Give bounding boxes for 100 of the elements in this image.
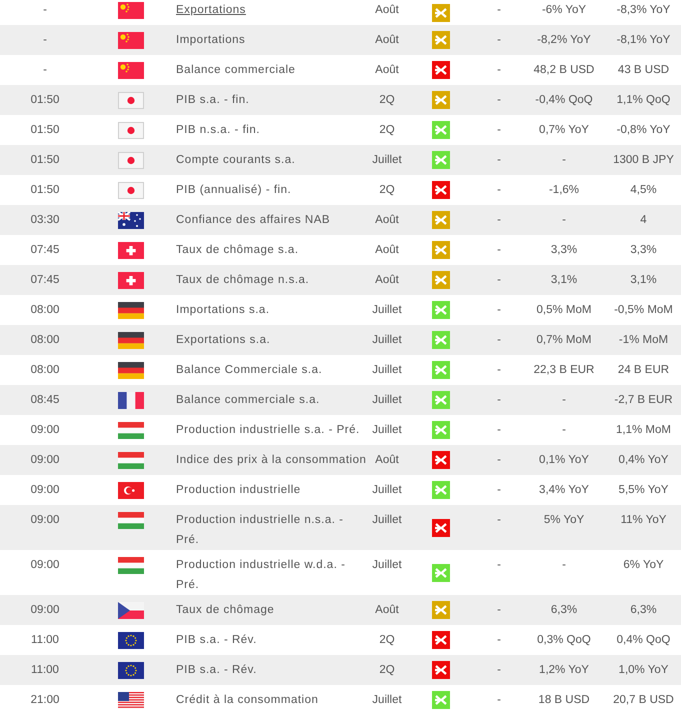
- dash-text: -: [496, 513, 502, 528]
- time-text: 11:00: [30, 633, 60, 648]
- period-text: 2Q: [378, 93, 396, 108]
- dash-text: -: [496, 183, 502, 198]
- event-link[interactable]: Production industrielle n.s.a. - Pré.: [172, 505, 368, 550]
- value-text: 0,7% YoY: [538, 123, 590, 138]
- event-link[interactable]: Production industrielle s.a. - Pré.: [172, 415, 368, 440]
- value-text: -2,7 B EUR: [613, 393, 674, 408]
- period-text: Juillet: [371, 393, 403, 408]
- event-link[interactable]: Indice des prix à la consommation: [172, 445, 368, 470]
- period-text: Août: [374, 33, 400, 48]
- time-text: 01:50: [30, 153, 60, 168]
- event-link[interactable]: PIB n.s.a. - fin.: [172, 115, 368, 140]
- period-text: Juillet: [371, 513, 403, 528]
- period-text: Juillet: [371, 693, 403, 708]
- time-text: 09:00: [30, 483, 60, 498]
- value-text: -: [561, 153, 567, 168]
- time-text: 09:00: [30, 603, 60, 618]
- value-text: -0,5% MoM: [613, 303, 674, 318]
- event-link[interactable]: Taux de chômage n.s.a.: [172, 265, 368, 290]
- value-text: 5% YoY: [542, 513, 586, 528]
- dash-text: -: [496, 363, 502, 378]
- value-text: 3,3%: [550, 243, 578, 258]
- value-text: 0,5% MoM: [536, 303, 592, 318]
- value-text: 48,2 B USD: [532, 63, 596, 78]
- time-text: 08:00: [30, 363, 60, 378]
- value-text: 0,4% YoY: [618, 453, 670, 468]
- value-text: -: [561, 393, 567, 408]
- period-text: 2Q: [378, 183, 396, 198]
- time-text: 01:50: [30, 93, 60, 108]
- value-text: -: [561, 213, 567, 228]
- event-link[interactable]: Taux de chômage: [172, 595, 368, 620]
- event-link[interactable]: Balance commerciale: [172, 55, 368, 80]
- dash-text: -: [496, 3, 502, 18]
- event-link[interactable]: Production industrielle: [172, 475, 368, 500]
- value-text: 0,7% MoM: [536, 333, 592, 348]
- event-link[interactable]: Crédit à la consommation: [172, 685, 368, 710]
- event-link[interactable]: Production industrielle w.d.a. - Pré.: [172, 550, 368, 595]
- value-text: 1,2% YoY: [538, 663, 590, 678]
- period-text: Juillet: [371, 333, 403, 348]
- time-text: 03:30: [30, 213, 60, 228]
- value-text: 1300 B JPY: [612, 153, 675, 168]
- dash-text: -: [496, 393, 502, 408]
- period-text: Août: [374, 3, 400, 18]
- event-link[interactable]: Confiance des affaires NAB: [172, 205, 368, 230]
- value-text: -1,6%: [548, 183, 580, 198]
- period-text: Juillet: [371, 483, 403, 498]
- period-text: Août: [374, 273, 400, 288]
- dash-text: -: [496, 93, 502, 108]
- value-text: 18 B USD: [537, 693, 591, 708]
- event-link[interactable]: Balance commerciale s.a.: [172, 385, 368, 410]
- period-text: 2Q: [378, 123, 396, 138]
- period-text: Juillet: [371, 558, 403, 573]
- event-link[interactable]: PIB s.a. - Rév.: [172, 625, 368, 650]
- value-text: 43 B USD: [616, 63, 670, 78]
- value-text: -8,3% YoY: [616, 3, 672, 18]
- event-link[interactable]: Exportations s.a.: [172, 325, 368, 350]
- time-text: 08:00: [30, 303, 60, 318]
- period-text: Août: [374, 453, 400, 468]
- period-text: Août: [374, 243, 400, 258]
- time-text: -: [42, 3, 48, 18]
- value-text: 5,5% YoY: [618, 483, 670, 498]
- value-text: 22,3 B EUR: [532, 363, 596, 378]
- value-text: -0,8% YoY: [616, 123, 672, 138]
- value-text: 20,7 B USD: [612, 693, 675, 708]
- value-text: 6,3%: [629, 603, 658, 618]
- event-link[interactable]: Balance Commerciale s.a.: [172, 355, 368, 380]
- time-text: 08:00: [30, 333, 60, 348]
- dash-text: -: [496, 423, 502, 438]
- dash-text: -: [496, 558, 502, 573]
- event-link[interactable]: PIB (annualisé) - fin.: [172, 175, 368, 200]
- value-text: 1,1% QoQ: [616, 93, 672, 108]
- period-text: Juillet: [371, 303, 403, 318]
- time-text: 01:50: [30, 123, 60, 138]
- dash-text: -: [496, 63, 502, 78]
- value-text: -: [561, 423, 567, 438]
- value-text: 0,1% YoY: [538, 453, 590, 468]
- value-text: -0,4% QoQ: [534, 93, 594, 108]
- time-text: -: [42, 33, 48, 48]
- value-text: 0,3% QoQ: [536, 633, 592, 648]
- event-link[interactable]: Taux de chômage s.a.: [172, 235, 368, 260]
- dash-text: -: [496, 273, 502, 288]
- dash-text: -: [496, 243, 502, 258]
- time-text: -: [42, 63, 48, 78]
- event-link[interactable]: Exportations: [172, 0, 368, 20]
- time-text: 08:45: [30, 393, 60, 408]
- period-text: Août: [374, 603, 400, 618]
- time-text: 09:00: [30, 558, 60, 573]
- event-link[interactable]: Importations: [172, 25, 368, 50]
- dash-text: -: [496, 333, 502, 348]
- event-link[interactable]: Importations s.a.: [172, 295, 368, 320]
- value-text: 3,3%: [629, 243, 658, 258]
- value-text: 6% YoY: [622, 558, 665, 573]
- event-link[interactable]: PIB s.a. - Rév.: [172, 655, 368, 680]
- dash-text: -: [496, 123, 502, 138]
- time-text: 09:00: [30, 513, 60, 528]
- event-link[interactable]: Compte courants s.a.: [172, 145, 368, 170]
- value-text: 3,1%: [550, 273, 578, 288]
- period-text: Juillet: [371, 423, 403, 438]
- event-link[interactable]: PIB s.a. - fin.: [172, 85, 368, 110]
